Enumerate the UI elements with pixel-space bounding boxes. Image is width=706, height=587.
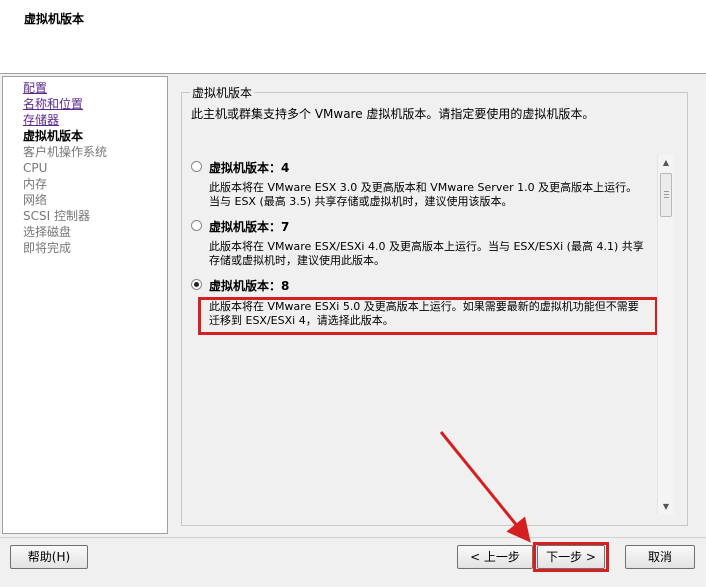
scroll-down-arrow-icon[interactable]: ▼ (658, 499, 674, 515)
cancel-button[interactable]: 取消 (625, 545, 695, 569)
options-scrollbar[interactable]: ▲ ▼ (657, 155, 674, 515)
nav-step-network: 网络 (23, 193, 48, 207)
radio-version-4[interactable] (191, 161, 202, 172)
nav-step-select-disk: 选择磁盘 (23, 225, 72, 239)
nav-step-name-location[interactable]: 名称和位置 (23, 96, 83, 112)
help-button[interactable]: 帮助(H) (10, 545, 88, 569)
wizard-step-nav: 配置 名称和位置 存储器 虚拟机版本 客户机操作系统 CPU 内存 网络 SCS… (2, 76, 168, 534)
option-label-version-8[interactable]: 虚拟机版本：8 (209, 277, 289, 294)
groupbox-title: 虚拟机版本 (190, 84, 255, 101)
scroll-up-arrow-icon[interactable]: ▲ (658, 155, 674, 171)
nav-step-config[interactable]: 配置 (23, 80, 47, 96)
nav-step-vm-version: 虚拟机版本 (23, 129, 84, 143)
footer-divider (0, 537, 706, 538)
nav-step-storage[interactable]: 存储器 (23, 112, 59, 128)
radio-version-7[interactable] (191, 220, 202, 231)
annotation-highlight-box (198, 297, 658, 335)
nav-step-cpu: CPU (23, 161, 48, 175)
groupbox-description: 此主机或群集支持多个 VMware 虚拟机版本。请指定要使用的虚拟机版本。 (191, 107, 595, 121)
scroll-thumb[interactable] (660, 173, 672, 217)
option-desc-version-4: 此版本将在 VMware ESX 3.0 及更高版本和 VMware Serve… (209, 181, 638, 208)
page-title: 虚拟机版本 (24, 12, 85, 26)
option-label-version-7[interactable]: 虚拟机版本：7 (209, 218, 289, 235)
back-button[interactable]: < 上一步 (457, 545, 533, 569)
nav-step-scsi: SCSI 控制器 (23, 209, 90, 223)
version-options-list (182, 155, 672, 515)
nav-step-ready: 即将完成 (23, 241, 72, 255)
radio-version-8[interactable] (191, 279, 202, 290)
nav-step-memory: 内存 (23, 177, 48, 191)
nav-step-guest-os: 客户机操作系统 (23, 145, 108, 159)
option-desc-version-7: 此版本将在 VMware ESX/ESXi 4.0 及更高版本上运行。当与 ES… (209, 240, 644, 267)
option-label-version-4[interactable]: 虚拟机版本：4 (209, 159, 289, 176)
wizard-header: 虚拟机版本 (0, 0, 706, 74)
annotation-next-highlight (533, 542, 609, 572)
